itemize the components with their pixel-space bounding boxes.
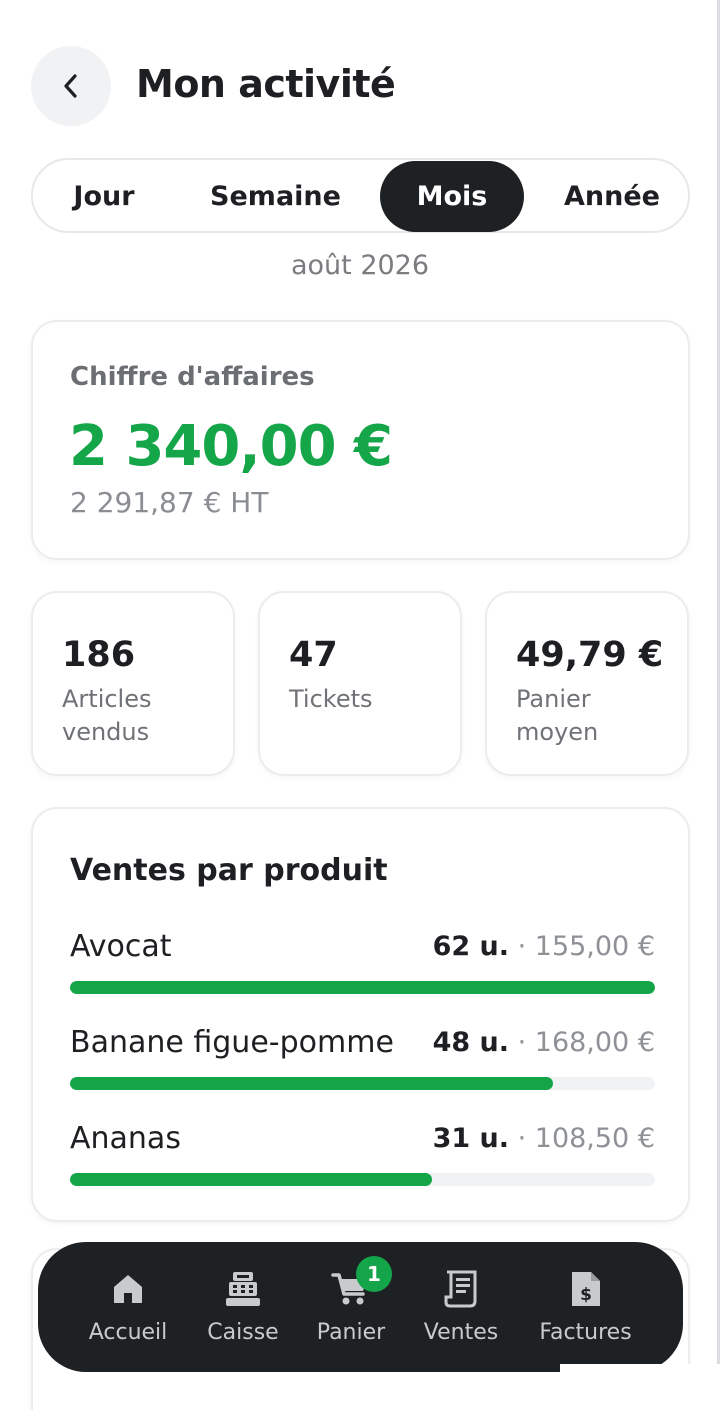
stat-label: Panier moyen xyxy=(516,685,599,746)
product-bar-track xyxy=(70,1077,655,1090)
product-name: Avocat xyxy=(70,929,172,964)
tab-annee[interactable]: Année xyxy=(548,161,676,232)
nav-label: Panier xyxy=(316,1320,386,1345)
product-name: Banane figue-pomme xyxy=(70,1025,394,1060)
product-name: Ananas xyxy=(70,1121,181,1156)
revenue-amount: 2 340,00 € xyxy=(69,414,393,479)
cart-badge: 1 xyxy=(356,1256,392,1292)
receipt-icon xyxy=(438,1266,484,1312)
product-stats: 31 u. · 108,50 € xyxy=(433,1123,655,1154)
nav-item-accueil[interactable]: Accueil xyxy=(73,1242,183,1372)
product-stats: 48 u. · 168,00 € xyxy=(433,1027,655,1058)
separator: · xyxy=(509,1027,535,1058)
tab-jour[interactable]: Jour xyxy=(39,161,169,232)
products-title: Ventes par produit xyxy=(70,853,388,888)
product-amount: 108,50 € xyxy=(534,1123,655,1154)
product-amount: 155,00 € xyxy=(534,931,655,962)
revenue-label: Chiffre d'affaires xyxy=(70,362,315,392)
nav-label: Factures xyxy=(539,1320,632,1345)
back-button[interactable] xyxy=(31,46,111,126)
product-bar-track xyxy=(70,981,655,994)
product-bar-fill xyxy=(70,1173,433,1186)
stat-label: Tickets xyxy=(289,685,373,713)
nav-item-factures[interactable]: $ Factures xyxy=(528,1242,643,1372)
product-bar-fill xyxy=(70,981,655,994)
product-units: 62 u. xyxy=(432,931,510,962)
stat-value: 47 xyxy=(289,635,338,675)
page-title: Mon activité xyxy=(136,62,396,106)
tab-semaine[interactable]: Semaine xyxy=(193,161,358,232)
chevron-left-icon xyxy=(64,74,77,98)
nav-item-panier[interactable]: 1 Panier xyxy=(296,1242,406,1372)
cash-register-icon xyxy=(220,1266,266,1312)
stat-value: 49,79 € xyxy=(516,635,664,675)
nav-label: Ventes xyxy=(423,1320,499,1345)
product-bar-fill xyxy=(70,1077,554,1090)
nav-item-ventes[interactable]: Ventes xyxy=(406,1242,516,1372)
product-stats: 62 u. · 155,00 € xyxy=(433,931,655,962)
stat-card-articles: 186 Articles vendus xyxy=(31,591,235,776)
stat-label: Articles vendus xyxy=(62,685,152,746)
separator: · xyxy=(509,1123,535,1154)
separator: · xyxy=(509,931,535,962)
product-bar-track xyxy=(70,1173,655,1186)
nav-label: Accueil xyxy=(88,1320,168,1345)
bottom-nav: Accueil Caisse 1 Panier Ventes $ Facture… xyxy=(38,1242,683,1372)
revenue-card: Chiffre d'affaires 2 340,00 € 2 291,87 €… xyxy=(31,320,690,560)
products-card: Ventes par produit Avocat 62 u. · 155,00… xyxy=(31,807,690,1222)
home-icon xyxy=(105,1266,151,1312)
bottom-background xyxy=(560,1364,720,1410)
period-label: août 2026 xyxy=(290,250,430,281)
product-units: 31 u. xyxy=(432,1123,510,1154)
nav-item-caisse[interactable]: Caisse xyxy=(188,1242,298,1372)
revenue-ht: 2 291,87 € HT xyxy=(70,486,269,519)
nav-label: Caisse xyxy=(207,1320,279,1345)
svg-text:$: $ xyxy=(580,1285,592,1305)
product-units: 48 u. xyxy=(432,1027,510,1058)
stat-value: 186 xyxy=(62,635,136,675)
invoice-icon: $ xyxy=(563,1266,609,1312)
stat-card-tickets: 47 Tickets xyxy=(258,591,462,776)
product-amount: 168,00 € xyxy=(534,1027,655,1058)
stat-card-panier-moyen: 49,79 € Panier moyen xyxy=(485,591,689,776)
period-selector: Jour Semaine Mois Année xyxy=(31,158,690,233)
tab-mois[interactable]: Mois xyxy=(380,161,524,232)
